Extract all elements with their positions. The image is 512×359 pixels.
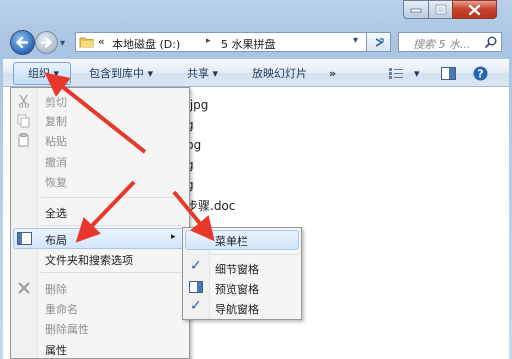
annotation-arrow: [75, 180, 136, 243]
annotation-arrow: [172, 190, 215, 242]
annotation-arrows: [44, 72, 215, 243]
annotation-arrow: [44, 72, 147, 154]
